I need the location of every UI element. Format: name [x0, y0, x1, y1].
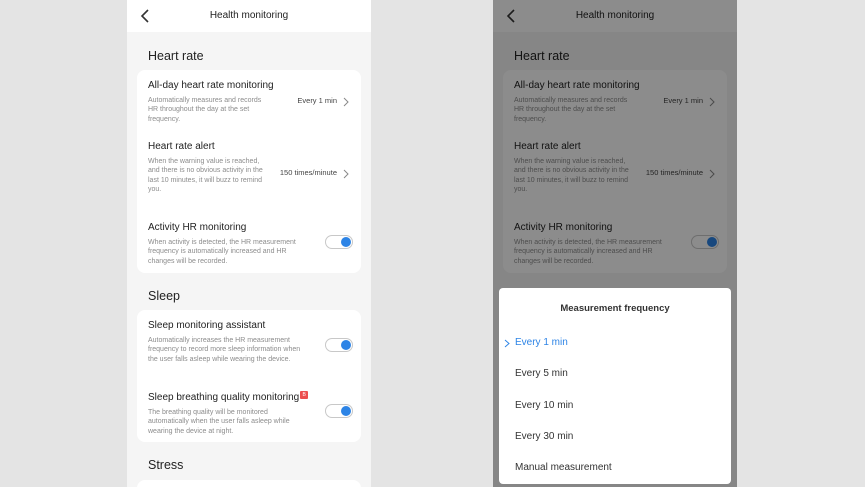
sleep-breathing-desc: The breathing quality will be monitored … [148, 409, 290, 435]
activity-hr-title: Activity HR monitoring [148, 222, 247, 233]
section-stress: Stress [148, 458, 184, 472]
selected-check-icon [504, 339, 510, 348]
option-manual[interactable]: Manual measurement [499, 454, 731, 482]
sleep-breathing-label: Sleep breathing quality monitoring [148, 392, 300, 403]
chevron-right-icon [343, 169, 349, 179]
option-every-5-min[interactable]: Every 5 min [499, 360, 731, 388]
sleep-breathing-title: Sleep breathing quality monitoring B [148, 391, 353, 404]
toggle-knob [341, 237, 351, 247]
option-every-1-min[interactable]: Every 1 min [499, 329, 731, 357]
chevron-right-icon [343, 97, 349, 107]
sleep-card: Sleep monitoring assistant Automatically… [137, 310, 361, 442]
all-day-hr-row[interactable]: All-day heart rate monitoring Automatica… [148, 80, 353, 134]
toggle-knob [341, 406, 351, 416]
frequency-sheet: Measurement frequency Every 1 min Every … [499, 288, 731, 484]
toggle-knob [341, 340, 351, 350]
option-label: Every 30 min [515, 431, 574, 442]
all-day-hr-value: Every 1 min [297, 96, 337, 105]
sleep-assistant-toggle[interactable] [325, 338, 353, 352]
activity-hr-toggle[interactable] [325, 235, 353, 249]
hr-alert-row[interactable]: Heart rate alert When the warning value … [148, 141, 353, 205]
beta-badge: B [300, 391, 309, 399]
hr-alert-desc: When the warning value is reached, and t… [148, 158, 263, 194]
section-sleep: Sleep [148, 289, 180, 303]
sleep-assistant-row: Sleep monitoring assistant Automatically… [148, 320, 353, 374]
stress-card [137, 480, 361, 487]
option-label: Manual measurement [515, 462, 612, 473]
left-screen: Health monitoring Heart rate All-day hea… [127, 0, 371, 487]
activity-hr-row: Activity HR monitoring When activity is … [148, 222, 353, 268]
all-day-hr-title: All-day heart rate monitoring [148, 80, 274, 91]
hr-alert-title: Heart rate alert [148, 141, 215, 152]
sheet-title: Measurement frequency [560, 303, 670, 314]
page-title: Health monitoring [209, 10, 289, 21]
sleep-breathing-toggle[interactable] [325, 404, 353, 418]
header-bar: Health monitoring [127, 0, 371, 32]
option-every-30-min[interactable]: Every 30 min [499, 423, 731, 451]
option-label: Every 5 min [515, 368, 568, 379]
activity-hr-desc: When activity is detected, the HR measur… [148, 239, 296, 265]
sleep-assistant-desc: Automatically increases the HR measureme… [148, 337, 301, 363]
hr-alert-value: 150 times/minute [279, 168, 337, 177]
right-screen: Health monitoring Heart rate All-day hea… [493, 0, 737, 487]
heart-rate-card: All-day heart rate monitoring Automatica… [137, 70, 361, 273]
sleep-breathing-row: Sleep breathing quality monitoring B The … [148, 391, 353, 437]
option-label: Every 1 min [515, 337, 568, 348]
option-label: Every 10 min [515, 400, 574, 411]
section-heart-rate: Heart rate [148, 49, 204, 63]
all-day-hr-desc: Automatically measures and records HR th… [148, 97, 262, 123]
option-every-10-min[interactable]: Every 10 min [499, 392, 731, 420]
sleep-assistant-title: Sleep monitoring assistant [148, 320, 266, 331]
